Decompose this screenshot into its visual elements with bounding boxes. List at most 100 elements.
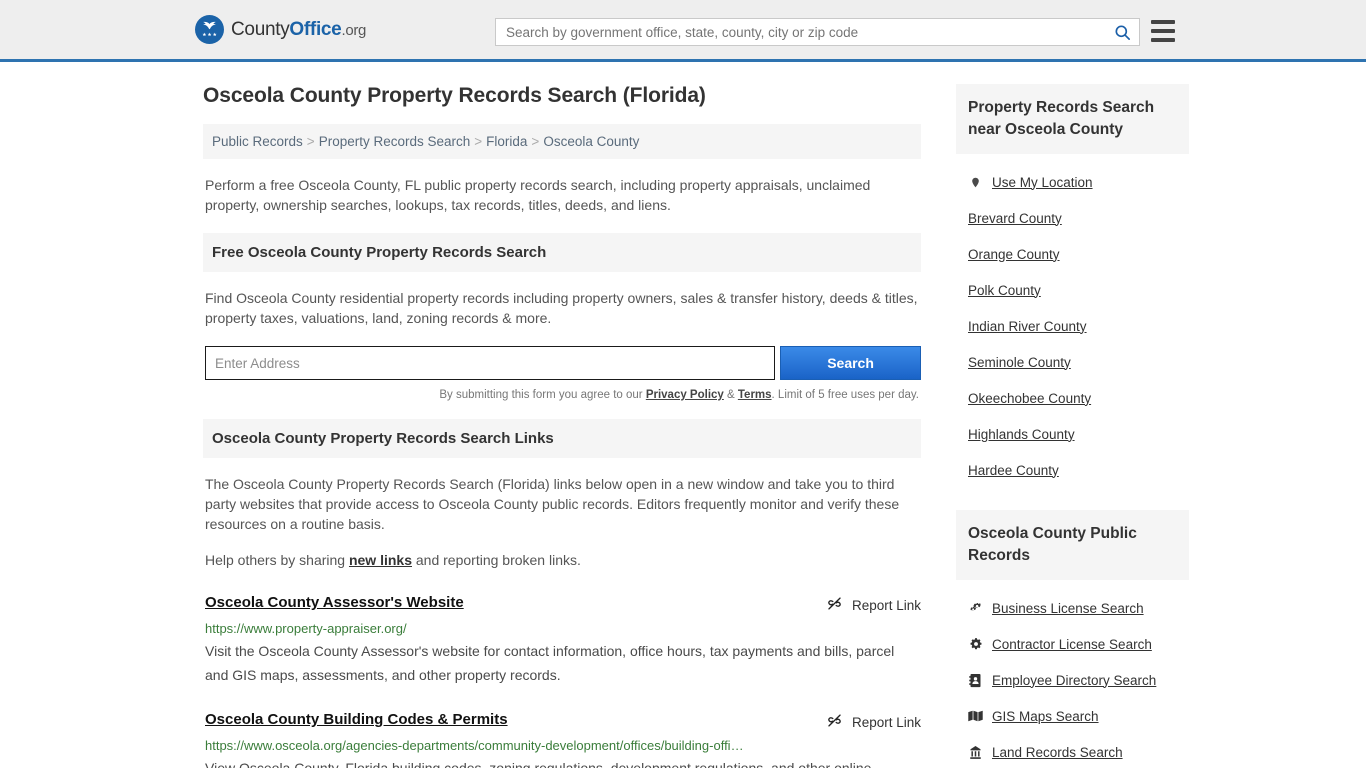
hamburger-bar [1151, 38, 1175, 42]
link-result-item: Osceola County Building Codes & Permits … [205, 711, 921, 768]
sidebar-item-hardee-county[interactable]: Hardee County [968, 452, 1189, 488]
sidebar-item-gis-maps-search[interactable]: GIS Maps Search [968, 698, 1189, 734]
form-disclaimer: By submitting this form you agree to our… [203, 389, 921, 401]
search-button[interactable]: Search [780, 346, 921, 380]
link-result-title[interactable]: Osceola County Assessor's Website [205, 594, 464, 611]
report-link-button[interactable]: Report Link [826, 595, 921, 615]
sidebar-item-okeechobee-county[interactable]: Okeechobee County [968, 380, 1189, 416]
free-search-description: Find Osceola County residential property… [205, 290, 918, 326]
breadcrumb-item-property-records-search[interactable]: Property Records Search [319, 134, 471, 149]
sidebar-public-records-block: Osceola County Public Records Business L… [956, 510, 1189, 768]
breadcrumb-separator: > [474, 134, 483, 149]
link-result-header: Osceola County Building Codes & Permits … [205, 711, 921, 732]
sidebar-link-gis-maps-search[interactable]: GIS Maps Search [992, 709, 1099, 724]
cogs-icon [968, 601, 983, 615]
privacy-policy-link[interactable]: Privacy Policy [646, 389, 724, 401]
report-link-button[interactable]: Report Link [826, 712, 921, 732]
cog-icon [968, 637, 983, 651]
hamburger-bar [1151, 20, 1175, 24]
sidebar-item-polk-county[interactable]: Polk County [968, 272, 1189, 308]
sidebar-link-hardee-county[interactable]: Hardee County [968, 463, 1059, 478]
sidebar-link-highlands-county[interactable]: Highlands County [968, 427, 1075, 442]
eagle-seal-icon [195, 15, 224, 44]
sidebar-link-land-records-search[interactable]: Land Records Search [992, 745, 1123, 760]
broken-link-icon [826, 712, 843, 732]
hamburger-bar [1151, 29, 1175, 33]
sidebar-item-business-license-search[interactable]: Business License Search [968, 590, 1189, 626]
help-suffix: and reporting broken links. [412, 552, 581, 568]
sidebar-nearby-list: Use My Location Brevard County Orange Co… [956, 154, 1189, 488]
sidebar-link-employee-directory-search[interactable]: Employee Directory Search [992, 673, 1156, 688]
site-header: CountyOffice.org [0, 0, 1366, 62]
links-section-paragraph: The Osceola County Property Records Sear… [205, 476, 900, 532]
site-logo[interactable]: CountyOffice.org [195, 15, 366, 44]
sidebar-public-records-heading: Osceola County Public Records [956, 510, 1189, 580]
link-result-description: Visit the Osceola County Assessor's webs… [205, 643, 895, 683]
global-search-bar[interactable] [495, 18, 1140, 46]
page-title: Osceola County Property Records Search (… [203, 84, 706, 107]
link-result-description: View Osceola County, Florida building co… [205, 760, 872, 768]
links-section-heading: Osceola County Property Records Search L… [203, 419, 921, 458]
sidebar-link-business-license-search[interactable]: Business License Search [992, 601, 1144, 616]
main-column: Osceola County Property Records Search (… [203, 84, 921, 768]
hamburger-menu-icon[interactable] [1151, 20, 1175, 42]
links-section-help: Help others by sharing new links and rep… [205, 550, 921, 570]
terms-link[interactable]: Terms [738, 389, 772, 401]
disclaimer-amp: & [723, 389, 738, 401]
link-result-url: https://www.osceola.org/agencies-departm… [205, 738, 744, 753]
sidebar-link-polk-county[interactable]: Polk County [968, 283, 1041, 298]
sidebar-link-orange-county[interactable]: Orange County [968, 247, 1060, 262]
sidebar-item-orange-county[interactable]: Orange County [968, 236, 1189, 272]
logo-suffix: .org [341, 21, 367, 39]
sidebar-link-contractor-license-search[interactable]: Contractor License Search [992, 637, 1152, 652]
broken-link-icon [826, 595, 843, 615]
landmark-icon [968, 745, 983, 760]
report-link-label: Report Link [851, 597, 921, 613]
breadcrumb-item-florida[interactable]: Florida [486, 134, 527, 149]
sidebar-item-highlands-county[interactable]: Highlands County [968, 416, 1189, 452]
address-search-form: Search [205, 346, 921, 380]
sidebar-item-use-my-location[interactable]: Use My Location [968, 164, 1189, 200]
breadcrumb-item-public-records[interactable]: Public Records [212, 134, 303, 149]
sidebar-item-seminole-county[interactable]: Seminole County [968, 344, 1189, 380]
logo-wordmark: CountyOffice.org [231, 19, 366, 41]
breadcrumb-item-osceola-county[interactable]: Osceola County [543, 134, 639, 149]
sidebar-item-brevard-county[interactable]: Brevard County [968, 200, 1189, 236]
sidebar-link-brevard-county[interactable]: Brevard County [968, 211, 1062, 226]
map-icon [968, 709, 983, 723]
free-search-heading: Free Osceola County Property Records Sea… [203, 233, 921, 272]
search-icon[interactable] [1105, 19, 1139, 45]
sidebar: Property Records Search near Osceola Cou… [956, 84, 1189, 768]
sidebar-link-seminole-county[interactable]: Seminole County [968, 355, 1071, 370]
disclaimer-prefix: By submitting this form you agree to our [439, 389, 646, 401]
report-link-label: Report Link [851, 714, 921, 730]
address-input[interactable] [205, 346, 776, 380]
link-result-header: Osceola County Assessor's Website Report… [205, 594, 921, 615]
link-result-title[interactable]: Osceola County Building Codes & Permits [205, 711, 508, 728]
logo-bold: Office [289, 18, 342, 40]
sidebar-item-indian-river-county[interactable]: Indian River County [968, 308, 1189, 344]
sidebar-public-records-list: Business License Search Contractor Licen… [956, 580, 1189, 768]
sidebar-link-indian-river-county[interactable]: Indian River County [968, 319, 1087, 334]
address-book-icon [968, 673, 983, 688]
logo-prefix: County [231, 18, 290, 40]
sidebar-nearby-heading: Property Records Search near Osceola Cou… [956, 84, 1189, 154]
link-result-url: https://www.property-appraiser.org/ [205, 621, 407, 636]
sidebar-item-employee-directory-search[interactable]: Employee Directory Search [968, 662, 1189, 698]
global-search-input[interactable] [496, 19, 1105, 45]
sidebar-item-contractor-license-search[interactable]: Contractor License Search [968, 626, 1189, 662]
map-pin-icon [968, 175, 983, 190]
page-intro-text: Perform a free Osceola County, FL public… [205, 177, 871, 213]
disclaimer-suffix: . Limit of 5 free uses per day. [771, 389, 919, 401]
page-container: Osceola County Property Records Search (… [0, 62, 1366, 768]
new-links-link[interactable]: new links [349, 552, 412, 568]
breadcrumb-separator: > [531, 134, 540, 149]
sidebar-link-okeechobee-county[interactable]: Okeechobee County [968, 391, 1091, 406]
breadcrumb-separator: > [306, 134, 315, 149]
link-result-item: Osceola County Assessor's Website Report… [205, 594, 921, 687]
sidebar-link-use-my-location[interactable]: Use My Location [992, 175, 1093, 190]
sidebar-item-land-records-search[interactable]: Land Records Search [968, 734, 1189, 768]
help-prefix: Help others by sharing [205, 552, 349, 568]
content-row: Osceola County Property Records Search (… [203, 62, 1189, 768]
breadcrumb: Public Records > Property Records Search > F… [203, 124, 921, 159]
